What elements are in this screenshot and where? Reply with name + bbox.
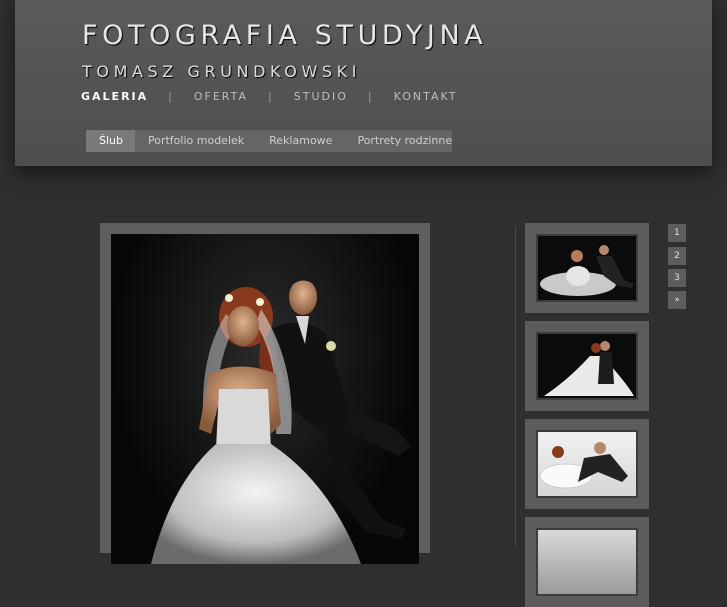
page-2-button[interactable]: 2: [668, 247, 686, 265]
wedding-couple-photo: [151, 275, 411, 564]
page-3-button[interactable]: 3: [668, 269, 686, 287]
thumbnail-1[interactable]: [525, 223, 649, 313]
thumbnail-image: [536, 234, 638, 302]
site-subtitle: TOMASZ GRUNDKOWSKI: [82, 62, 362, 81]
site-header: FOTOGRAFIA STUDYJNA TOMASZ GRUNDKOWSKI G…: [15, 0, 712, 166]
couple-floor-photo: [539, 442, 628, 489]
nav-separator: |: [168, 89, 174, 103]
tab-slub[interactable]: Ślub: [86, 130, 135, 152]
thumbnail-2[interactable]: [525, 321, 649, 411]
couple-seated-photo: [540, 245, 634, 296]
tab-reklamowe[interactable]: Reklamowe: [256, 130, 344, 152]
nav-separator: |: [268, 89, 274, 103]
tab-portfolio-modelek[interactable]: Portfolio modelek: [135, 130, 256, 152]
gallery-category-nav: Ślub Portfolio modelek Reklamowe Portret…: [86, 130, 452, 152]
nav-kontakt[interactable]: KONTAKT: [394, 90, 458, 103]
main-photo: [111, 234, 419, 564]
nav-oferta[interactable]: OFERTA: [194, 90, 248, 103]
page-1-button[interactable]: 1: [668, 224, 686, 242]
nav-galeria[interactable]: GALERIA: [81, 90, 148, 103]
nav-studio[interactable]: STUDIO: [294, 90, 348, 103]
thumbnail-4[interactable]: [525, 517, 649, 607]
nav-separator: |: [367, 89, 374, 103]
couple-standing-photo: [544, 341, 634, 396]
next-page-button[interactable]: »: [668, 291, 686, 309]
thumbnail-image: [536, 528, 638, 596]
thumbnail-3[interactable]: [525, 419, 649, 509]
thumbnail-image: [536, 332, 638, 400]
site-title: FOTOGRAFIA STUDYJNA: [82, 20, 488, 51]
thumbnail-image: [536, 430, 638, 498]
tab-portrety-rodzinne[interactable]: Portrety rodzinne: [344, 130, 464, 152]
main-nav: GALERIA | OFERTA | STUDIO | KONTAKT: [81, 89, 458, 103]
column-divider: [515, 226, 516, 546]
main-photo-frame: [100, 223, 430, 564]
